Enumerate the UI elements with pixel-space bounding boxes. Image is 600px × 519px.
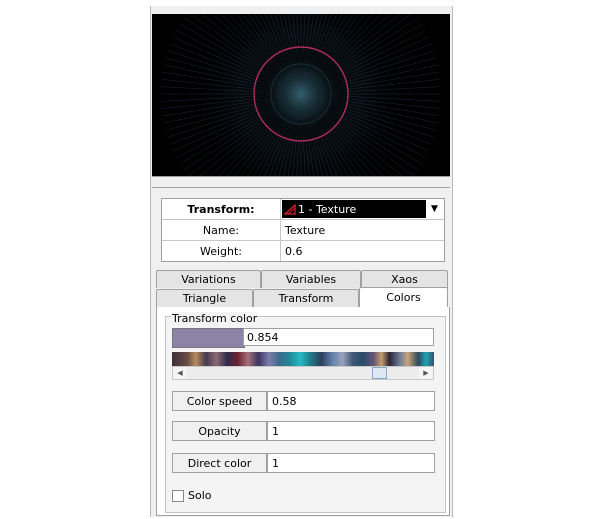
weight-label: Weight: (162, 241, 281, 261)
color-scrollbar[interactable]: ◀ ▶ (172, 366, 434, 380)
scroll-right-icon[interactable]: ▶ (419, 367, 433, 379)
fractal-preview (152, 14, 450, 176)
transform-select[interactable]: 1 - Texture ▼ (282, 200, 443, 218)
transform-color-title: Transform color (171, 312, 259, 325)
grid-row-transform: Transform: 1 - Texture ▼ (162, 199, 444, 220)
tab-xaos[interactable]: Xaos (361, 270, 448, 288)
name-field[interactable]: Texture (281, 220, 444, 240)
scroll-left-icon[interactable]: ◀ (173, 367, 187, 379)
direct-color-field[interactable]: 1 (267, 453, 435, 473)
scrollbar-thumb[interactable] (372, 367, 387, 379)
tab-variables[interactable]: Variables (261, 270, 361, 288)
solo-checkbox[interactable] (172, 490, 184, 502)
name-label: Name: (162, 220, 281, 240)
divider (152, 187, 450, 188)
dropdown-arrow-icon[interactable]: ▼ (426, 200, 443, 218)
tab-transform[interactable]: Transform (253, 289, 359, 307)
color-speed-field[interactable]: 0.58 (267, 391, 435, 411)
tab-variations[interactable]: Variations (156, 270, 261, 288)
tab-colors[interactable]: Colors (359, 287, 448, 307)
weight-field[interactable]: 0.6 (281, 241, 444, 261)
grid-row-weight: Weight: 0.6 (162, 241, 444, 261)
transform-grid: Transform: 1 - Texture ▼ Name: Texture W… (161, 198, 445, 262)
transform-label: Transform: (162, 199, 281, 219)
tab-triangle[interactable]: Triangle (156, 289, 253, 307)
grid-row-name: Name: Texture (162, 220, 444, 241)
divider (152, 176, 450, 177)
color-swatch[interactable] (172, 328, 245, 348)
triangle-icon (282, 201, 298, 217)
transform-select-value: 1 - Texture (298, 202, 357, 216)
opacity-label: Opacity (172, 421, 267, 441)
direct-color-label: Direct color (172, 453, 267, 473)
color-speed-label: Color speed (172, 391, 267, 411)
solo-label: Solo (188, 489, 212, 502)
opacity-field[interactable]: 1 (267, 421, 435, 441)
palette-gradient[interactable] (172, 352, 434, 366)
color-value-field[interactable]: 0.854 (243, 328, 434, 346)
